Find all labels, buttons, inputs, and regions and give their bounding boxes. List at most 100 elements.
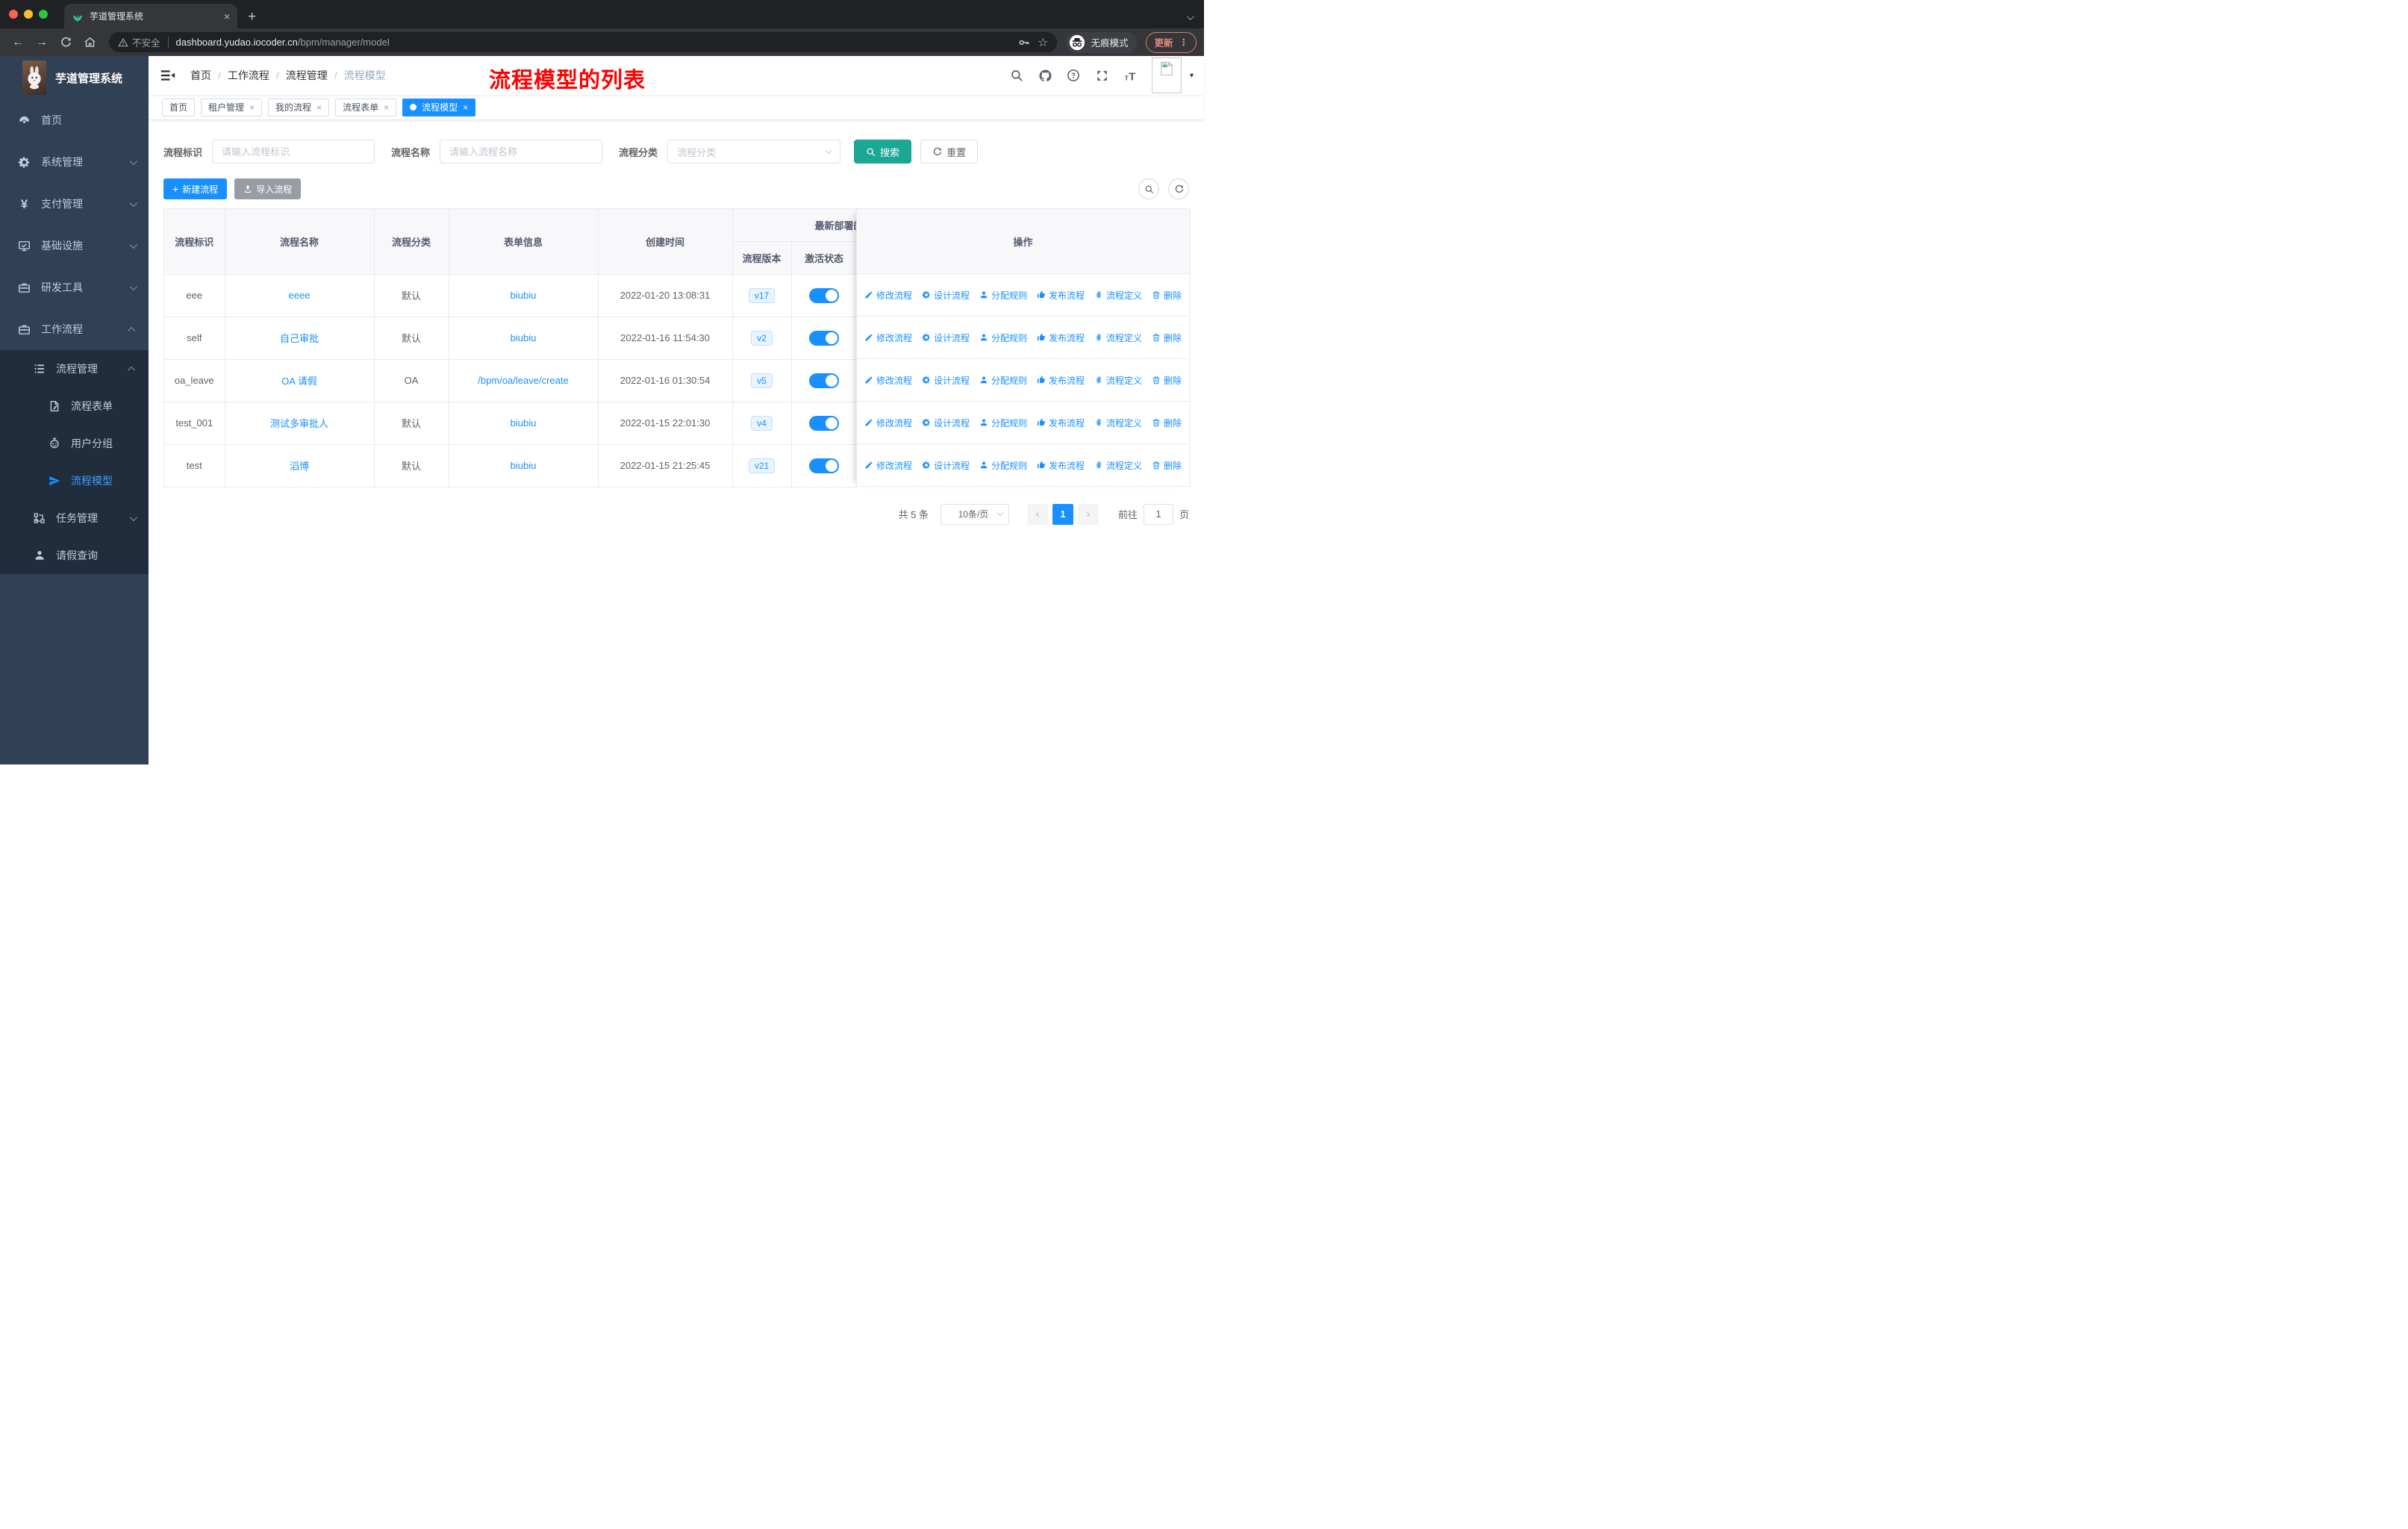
tag-tenant[interactable]: 租户管理 × [201, 98, 263, 116]
zoom-window-button[interactable] [39, 10, 48, 19]
browser-update-button[interactable]: 更新 ⋮ [1146, 31, 1197, 53]
active-toggle[interactable] [809, 458, 839, 473]
key-input[interactable] [212, 140, 375, 164]
not-secure-indicator[interactable]: 不安全 [118, 35, 160, 49]
assign-rule-action[interactable]: 分配规则 [979, 374, 1027, 387]
sidebar-item-workflow[interactable]: 工作流程 [0, 308, 149, 350]
edit-process-action[interactable]: 修改流程 [864, 417, 912, 429]
breadcrumb-process-management[interactable]: 流程管理 [286, 68, 328, 83]
tag-home[interactable]: 首页 [162, 98, 196, 116]
delete-action[interactable]: 删除 [1152, 289, 1182, 302]
new-tab-button[interactable]: + [248, 10, 256, 24]
form-link[interactable]: biubiu [511, 417, 537, 429]
edit-process-action[interactable]: 修改流程 [864, 374, 912, 387]
assign-rule-action[interactable]: 分配规则 [979, 331, 1027, 344]
reset-button[interactable]: 重置 [920, 140, 979, 164]
close-icon[interactable]: × [316, 102, 322, 113]
sidebar-collapse-button[interactable] [160, 68, 175, 83]
fullscreen-icon[interactable] [1095, 69, 1109, 83]
name-input[interactable] [440, 140, 603, 164]
github-icon[interactable] [1038, 69, 1052, 83]
publish-process-action[interactable]: 发布流程 [1037, 289, 1085, 302]
process-definition-action[interactable]: 流程定义 [1094, 289, 1142, 302]
sidebar-item-infra[interactable]: 基础设施 [0, 225, 149, 267]
tag-my-process[interactable]: 我的流程 × [268, 98, 330, 116]
page-number-1[interactable]: 1 [1052, 503, 1073, 525]
active-toggle[interactable] [809, 415, 839, 431]
breadcrumb-workflow[interactable]: 工作流程 [228, 68, 269, 83]
process-name-link[interactable]: OA 请假 [281, 376, 317, 387]
page-size-select[interactable]: 10条/页 [940, 503, 1009, 525]
edit-process-action[interactable]: 修改流程 [864, 459, 912, 472]
search-button[interactable]: 搜索 [854, 140, 912, 164]
publish-process-action[interactable]: 发布流程 [1037, 374, 1085, 387]
close-icon[interactable]: × [249, 102, 255, 113]
search-icon[interactable] [1010, 69, 1024, 83]
prev-page-button[interactable]: ‹ [1026, 503, 1048, 525]
refresh-table-button[interactable] [1168, 178, 1189, 199]
window-controls[interactable] [9, 10, 48, 19]
close-icon[interactable]: × [384, 102, 389, 113]
active-toggle[interactable] [809, 287, 839, 303]
breadcrumb-home[interactable]: 首页 [190, 68, 211, 83]
design-process-action[interactable]: 设计流程 [922, 374, 970, 387]
delete-action[interactable]: 删除 [1152, 374, 1182, 387]
sidebar-item-system[interactable]: 系统管理 [0, 141, 149, 183]
import-process-button[interactable]: 导入流程 [234, 178, 302, 199]
sidebar-item-process-management[interactable]: 流程管理 [0, 350, 149, 387]
edit-process-action[interactable]: 修改流程 [864, 289, 912, 302]
form-link[interactable]: biubiu [511, 290, 537, 301]
process-definition-action[interactable]: 流程定义 [1094, 374, 1142, 387]
tag-process-model-active[interactable]: 流程模型 × [402, 98, 476, 116]
sidebar-item-payment[interactable]: ¥ 支付管理 [0, 183, 149, 225]
address-bar[interactable]: 不安全 dashboard.yudao.iocoder.cn/bpm/manag… [109, 32, 1058, 52]
minimize-window-button[interactable] [24, 10, 33, 19]
sidebar-item-task-management[interactable]: 任务管理 [0, 499, 149, 537]
process-name-link[interactable]: 滔博 [290, 461, 309, 472]
font-size-icon[interactable] [1123, 69, 1138, 83]
toggle-search-button[interactable] [1138, 178, 1159, 199]
user-avatar[interactable] [1151, 57, 1182, 93]
back-button[interactable]: ← [7, 32, 28, 53]
assign-rule-action[interactable]: 分配规则 [979, 417, 1027, 429]
browser-tab[interactable]: 芋道管理系统 × [64, 4, 237, 28]
process-definition-action[interactable]: 流程定义 [1094, 417, 1142, 429]
forward-button[interactable]: → [31, 32, 52, 53]
form-link[interactable]: biubiu [511, 332, 537, 343]
sidebar-item-devtools[interactable]: 研发工具 [0, 267, 149, 308]
edit-process-action[interactable]: 修改流程 [864, 331, 912, 344]
design-process-action[interactable]: 设计流程 [922, 289, 970, 302]
tab-close-icon[interactable]: × [224, 10, 230, 22]
reload-button[interactable] [55, 32, 76, 53]
bookmark-star-icon[interactable]: ☆ [1038, 35, 1048, 50]
password-key-icon[interactable] [1018, 37, 1030, 49]
publish-process-action[interactable]: 发布流程 [1037, 331, 1085, 344]
delete-action[interactable]: 删除 [1152, 417, 1182, 429]
active-toggle[interactable] [809, 373, 839, 388]
form-link[interactable]: biubiu [511, 460, 537, 471]
category-select[interactable]: 流程分类 [667, 140, 841, 164]
close-icon[interactable]: × [463, 102, 468, 113]
tab-search-chevron-icon[interactable] [1186, 10, 1194, 24]
sidebar-item-process-form[interactable]: 流程表单 [0, 387, 149, 425]
home-button[interactable] [79, 32, 100, 53]
process-name-link[interactable]: 测试多审批人 [270, 418, 328, 429]
active-toggle[interactable] [809, 330, 839, 346]
form-link[interactable]: /bpm/oa/leave/create [478, 375, 568, 386]
publish-process-action[interactable]: 发布流程 [1037, 459, 1085, 472]
process-name-link[interactable]: eeee [289, 290, 311, 301]
tag-process-form[interactable]: 流程表单 × [335, 98, 397, 116]
url-text[interactable]: dashboard.yudao.iocoder.cn/bpm/manager/m… [176, 37, 1011, 48]
sidebar-item-user-group[interactable]: 用户分组 [0, 425, 149, 462]
process-definition-action[interactable]: 流程定义 [1094, 331, 1142, 344]
delete-action[interactable]: 删除 [1152, 459, 1182, 472]
process-definition-action[interactable]: 流程定义 [1094, 459, 1142, 472]
publish-process-action[interactable]: 发布流程 [1037, 417, 1085, 429]
design-process-action[interactable]: 设计流程 [922, 417, 970, 429]
create-process-button[interactable]: + 新建流程 [163, 178, 228, 199]
assign-rule-action[interactable]: 分配规则 [979, 459, 1027, 472]
browser-menu-dots-icon[interactable]: ⋮ [1179, 37, 1189, 48]
avatar-caret-icon[interactable]: ▾ [1190, 72, 1194, 80]
help-icon[interactable] [1067, 69, 1081, 83]
delete-action[interactable]: 删除 [1152, 331, 1182, 344]
